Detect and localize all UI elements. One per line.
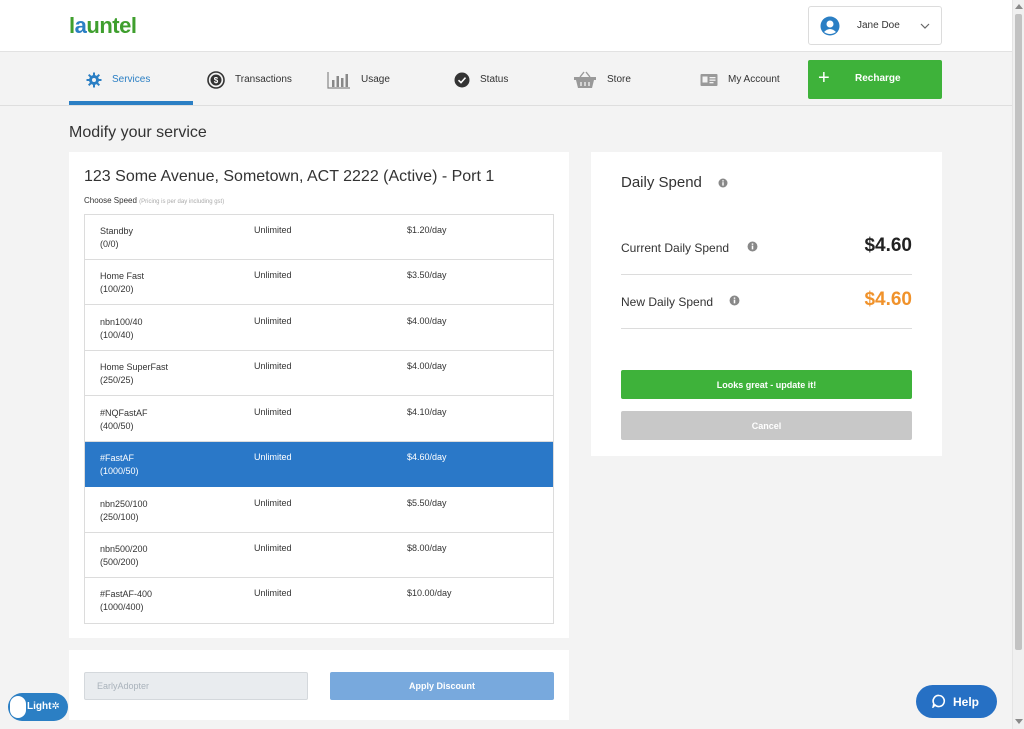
speed-option-price: $4.00/day [407,316,447,326]
svg-text:$: $ [214,76,219,85]
choose-speed-heading: Choose Speed (Pricing is per day includi… [84,196,224,205]
current-daily-spend-row: Current Daily Spend $4.60 [621,222,912,275]
speed-option-limit: Unlimited [254,452,292,462]
speed-option-name: Home SuperFast (250/25) [100,362,169,385]
speed-option-name: #FastAF (1000/50) [100,453,139,476]
speed-option-row[interactable]: Standby (0/0) Unlimited $1.20/day [85,215,553,260]
speed-option-row[interactable]: Home SuperFast (250/25) Unlimited $4.00/d… [85,351,553,396]
speed-option-price: $3.50/day [407,270,447,280]
speed-option-limit: Unlimited [254,407,292,417]
id-card-icon [700,73,718,86]
speed-option-limit: Unlimited [254,543,292,553]
nav-store[interactable]: Store [573,53,631,106]
gear-icon [86,72,102,87]
current-daily-spend-label: Current Daily Spend [621,241,730,255]
speed-options-list: Standby (0/0) Unlimited $1.20/day Home Fa… [84,214,554,624]
nav-active-indicator [69,101,193,105]
basket-icon [574,71,596,88]
speed-option-limit: Unlimited [254,270,292,280]
speed-option-row[interactable]: nbn500/200 (500/200) Unlimited $8.00/day [85,533,553,578]
speed-option-limit: Unlimited [254,498,292,508]
speed-option-limit: Unlimited [254,225,292,235]
chevron-down-icon [920,23,930,29]
speed-option-name: #FastAF-400 (1000/400) [100,589,153,612]
new-daily-spend-row: New Daily Spend $4.60 [621,276,912,329]
theme-toggle[interactable]: Light✲ [8,693,68,721]
speed-option-price: $1.20/day [407,225,447,235]
choose-speed-label: Choose Speed [84,196,137,205]
cancel-button[interactable]: Cancel [621,411,912,440]
nav-store-label: Store [607,74,631,85]
update-button[interactable]: Looks great - update it! [621,370,912,399]
nav-services-label: Services [112,74,151,85]
speed-option-price: $4.60/day [407,452,447,462]
user-name: Jane Doe [857,20,900,31]
discount-code-input[interactable] [84,672,308,700]
nav-my-account[interactable]: My Account [700,53,780,106]
nav-transactions[interactable]: $ Transactions [207,53,292,106]
page-title: Modify your service [69,124,207,141]
speed-option-name: Home Fast (100/20) [100,271,145,294]
recharge-label: Recharge [855,73,901,84]
speed-option-price: $4.10/day [407,407,447,417]
nav-status[interactable]: Status [454,53,508,106]
toggle-knob [10,696,26,718]
speed-option-row[interactable]: #FastAF-400 (1000/400) Unlimited $10.00/d… [85,578,553,623]
speed-option-price: $5.50/day [407,498,447,508]
daily-spend-card: Daily Spend Current Daily Spend $4.60 Ne… [591,152,942,456]
nav-services[interactable]: Services [86,53,150,106]
speed-option-price: $10.00/day [407,588,452,598]
nav-my-account-label: My Account [728,74,780,85]
speed-option-price: $8.00/day [407,543,447,553]
speed-option-name: Standby (0/0) [100,226,134,249]
service-speed-card: 123 Some Avenue, Sometown, ACT 2222 (Act… [69,152,569,638]
apply-discount-button[interactable]: Apply Discount [330,672,554,700]
speed-option-name: nbn250/100 (250/100) [100,499,148,522]
speed-option-row[interactable]: #FastAF (1000/50) Unlimited $4.60/day [85,442,553,487]
info-icon[interactable] [718,178,728,188]
current-daily-spend-value: $4.60 [864,235,912,256]
speed-option-name: #NQFastAF (400/50) [100,408,148,431]
info-icon[interactable] [747,241,758,252]
scrollbar-thumb[interactable] [1015,14,1022,650]
daily-spend-title: Daily Spend [621,174,702,191]
speed-option-name: nbn500/200 (500/200) [100,544,148,567]
scroll-up-arrow-icon[interactable] [1015,4,1023,9]
speed-option-name: nbn100/40 (100/40) [100,317,143,340]
speed-option-price: $4.00/day [407,361,447,371]
speed-option-limit: Unlimited [254,316,292,326]
discount-card: Apply Discount [69,650,569,720]
plus-icon: + [818,67,830,89]
speed-option-row[interactable]: nbn250/100 (250/100) Unlimited $5.50/day [85,488,553,533]
info-icon[interactable] [729,295,740,306]
help-label: Help [953,695,980,709]
nav-usage-label: Usage [361,74,390,85]
service-address: 123 Some Avenue, Sometown, ACT 2222 (Act… [84,168,495,185]
user-avatar-icon [820,16,840,36]
chat-bubble-icon [932,694,946,708]
scroll-down-arrow-icon[interactable] [1015,719,1023,724]
sun-icon: ✲ [51,701,60,712]
user-menu-button[interactable]: Jane Doe [808,6,942,45]
theme-toggle-label: Light✲ [27,701,60,712]
help-button[interactable]: Help [916,685,997,718]
speed-option-limit: Unlimited [254,361,292,371]
recharge-button[interactable]: + Recharge [808,60,942,99]
top-header: launtel Jane Doe [0,0,1012,52]
launtel-logo[interactable]: launtel [69,13,137,39]
check-circle-icon [454,72,470,87]
bar-chart-icon [327,71,350,89]
dollar-icon: $ [207,70,225,89]
speed-option-row[interactable]: nbn100/40 (100/40) Unlimited $4.00/day [85,306,553,351]
page-scrollbar[interactable] [1012,0,1024,729]
nav-status-label: Status [480,74,509,85]
speed-option-row[interactable]: Home Fast (100/20) Unlimited $3.50/day [85,260,553,305]
new-daily-spend-label: New Daily Spend [621,295,714,309]
speed-option-limit: Unlimited [254,588,292,598]
pricing-note: (Pricing is per day including gst) [139,199,225,205]
new-daily-spend-value: $4.60 [864,289,912,310]
speed-option-row[interactable]: #NQFastAF (400/50) Unlimited $4.10/day [85,397,553,442]
nav-transactions-label: Transactions [235,74,292,85]
nav-usage[interactable]: Usage [327,53,390,106]
